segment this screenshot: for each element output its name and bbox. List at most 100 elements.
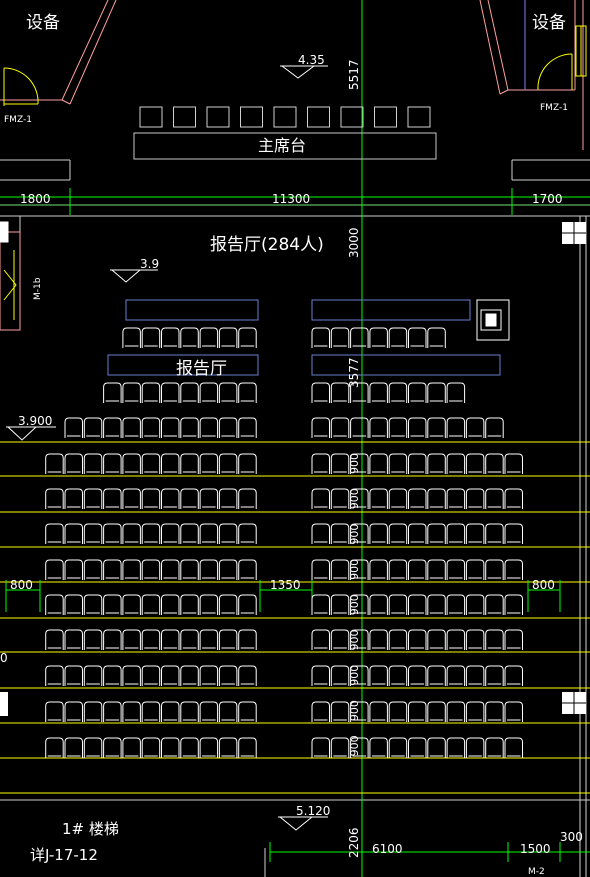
row-spacing-label: 900 — [348, 594, 361, 615]
front-tables — [107, 299, 501, 376]
dim-vertical-rear: 2206 — [347, 827, 361, 858]
seat — [103, 488, 122, 509]
seat — [238, 523, 257, 544]
seat — [408, 523, 427, 544]
seat — [180, 382, 199, 403]
seat — [122, 737, 141, 758]
seat — [465, 629, 485, 650]
seat — [311, 665, 330, 686]
seat — [122, 629, 141, 650]
seat — [122, 453, 141, 474]
seat — [122, 701, 141, 722]
seat — [161, 327, 180, 348]
seat — [485, 629, 504, 650]
seat — [199, 523, 219, 544]
seat — [64, 737, 83, 758]
seat — [238, 594, 257, 615]
seat — [465, 701, 485, 722]
seat — [427, 665, 446, 686]
row-spacing-label: 900 — [348, 559, 361, 580]
seat — [141, 453, 161, 474]
elevation-markers — [6, 65, 328, 831]
side-door-frame — [0, 221, 21, 331]
seat — [504, 594, 523, 615]
seat — [141, 737, 161, 758]
row-spacing-dimensions: 900 900 900 900 900 900 900 900 900 — [348, 453, 361, 756]
axis-lines — [0, 0, 590, 877]
seat — [218, 629, 238, 650]
seat — [180, 665, 199, 686]
hall-name-label: 报告厅 — [176, 359, 227, 379]
seat — [388, 523, 408, 544]
seat — [141, 417, 161, 438]
seat — [446, 737, 466, 758]
seat-block-right — [311, 327, 523, 758]
equipment-left-label: 设备 — [26, 13, 60, 33]
seat — [45, 594, 64, 615]
seat — [388, 417, 408, 438]
seat — [369, 327, 388, 348]
seat — [504, 453, 523, 474]
podium-label: 主席台 — [258, 136, 306, 155]
seat — [330, 701, 350, 722]
dim-top-middle: 11300 — [272, 192, 310, 206]
control-desk — [476, 299, 510, 341]
seat — [199, 453, 219, 474]
side-door-label: M-1b — [33, 277, 43, 300]
seat — [45, 737, 64, 758]
seat — [427, 382, 446, 403]
seat — [388, 665, 408, 686]
seat — [504, 665, 523, 686]
elevation-rear: 5.120 — [296, 804, 330, 818]
seat — [64, 665, 83, 686]
podium-chair — [307, 106, 330, 128]
seat — [388, 701, 408, 722]
seat — [180, 417, 199, 438]
row-spacing-label: 900 — [348, 630, 361, 651]
seat — [218, 327, 238, 348]
row-spacing-label: 900 — [348, 665, 361, 686]
seat — [238, 701, 257, 722]
seat — [103, 417, 122, 438]
seat — [330, 453, 350, 474]
seat — [238, 665, 257, 686]
seat — [45, 523, 64, 544]
seat — [161, 737, 180, 758]
seat — [83, 559, 103, 580]
hall-capacity-label: 报告厅(284人) — [210, 235, 324, 255]
seat — [238, 629, 257, 650]
seat — [369, 453, 388, 474]
seat — [330, 737, 350, 758]
dim-top-left: 1800 — [20, 192, 51, 206]
seat — [369, 665, 388, 686]
seat — [369, 701, 388, 722]
seat — [311, 417, 330, 438]
seat — [103, 701, 122, 722]
stair-name-label: 1# 楼梯 — [62, 820, 119, 838]
row-step-lines — [0, 441, 590, 794]
seat — [311, 594, 330, 615]
seat — [180, 629, 199, 650]
seat — [408, 327, 427, 348]
seat — [427, 737, 446, 758]
door-right-label: FMZ-1 — [540, 103, 568, 113]
seat — [330, 488, 350, 509]
seat — [122, 488, 141, 509]
seat — [45, 453, 64, 474]
seat — [388, 559, 408, 580]
seat — [369, 629, 388, 650]
seat — [199, 594, 219, 615]
seat — [45, 665, 64, 686]
left-edge-fragment: 0 — [0, 651, 8, 665]
seat — [369, 559, 388, 580]
seat — [180, 594, 199, 615]
seat — [199, 665, 219, 686]
row-spacing-label: 900 — [348, 488, 361, 509]
seat — [504, 488, 523, 509]
seat — [408, 665, 427, 686]
seat — [122, 523, 141, 544]
seat — [446, 417, 466, 438]
seat — [141, 488, 161, 509]
seat — [465, 559, 485, 580]
seat — [408, 417, 427, 438]
